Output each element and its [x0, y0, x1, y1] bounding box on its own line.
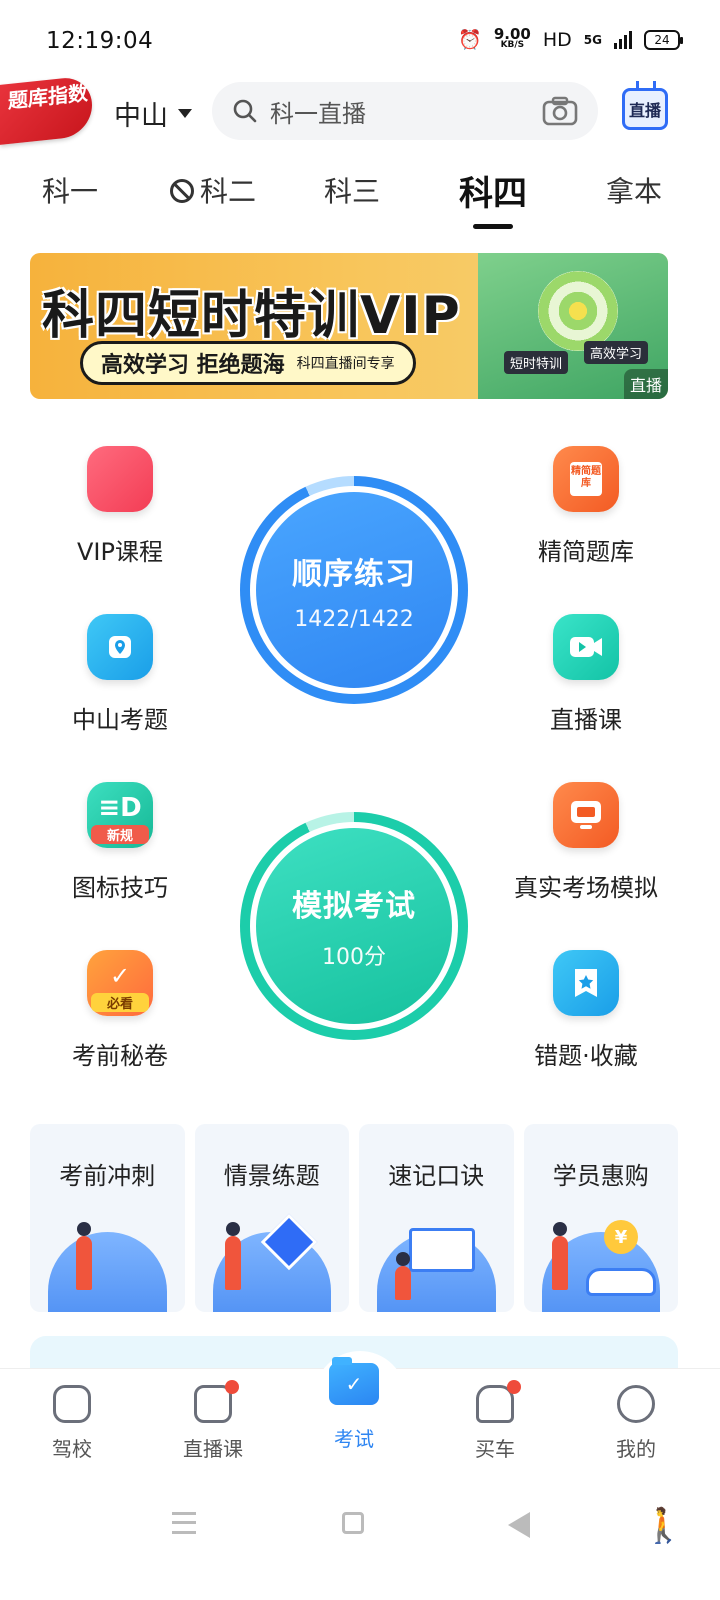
nav-mine[interactable]: 我的	[564, 1369, 708, 1462]
student-illustration	[395, 1252, 411, 1300]
banner-tag-efficient: 高效学习	[583, 341, 648, 364]
card-student-deals[interactable]: 学员惠购 ¥	[523, 1124, 678, 1312]
sequence-practice-button[interactable]: 顺序练习 1422/1422	[240, 476, 468, 704]
smile-icon	[617, 1385, 655, 1423]
target-icon	[538, 271, 618, 351]
tab-subject-2[interactable]: 科二	[170, 170, 256, 210]
card-scenario-practice[interactable]: 情景练题	[194, 1124, 349, 1312]
home-icon[interactable]	[342, 1512, 364, 1534]
question-bank-index-badge[interactable]: 题库指数	[0, 75, 92, 145]
exam-folder-icon: ✓	[329, 1357, 379, 1405]
tab-subject-4[interactable]: 科四	[459, 166, 527, 229]
caret-down-icon	[178, 109, 192, 118]
status-bar: 12:19:04 ⏰ 9.00 KB/S HD 5G 24	[0, 0, 720, 80]
menu-icon[interactable]	[172, 1512, 196, 1534]
hd-indicator: HD	[542, 28, 572, 51]
nav-buy-car[interactable]: 买车	[423, 1369, 567, 1462]
map-pin-icon	[87, 614, 153, 680]
banner-title: 科四短时特训VIP	[42, 286, 461, 346]
sign-tips[interactable]: ≡D 新规 图标技巧	[30, 782, 210, 903]
nav-exam[interactable]: ✓ 考试	[282, 1357, 426, 1452]
mock-exam-title: 模拟考试	[292, 889, 416, 924]
live-class[interactable]: 直播课	[496, 614, 676, 735]
signal-icon	[614, 30, 632, 49]
vip-course[interactable]: VIP课程	[30, 446, 210, 567]
status-time: 12:19:04	[46, 28, 154, 54]
refined-bank-icon: 精简题库	[553, 446, 619, 512]
net-speed: 9.00 KB/S	[493, 24, 531, 50]
promo-banner[interactable]: 科四短时特训VIP 高效学习 拒绝题海 科四直播间专享 短时特训 高效学习 直播	[30, 253, 668, 399]
tab-subject-3[interactable]: 科三	[324, 170, 380, 210]
notification-dot	[507, 1380, 521, 1394]
sequence-progress: 1422/1422	[294, 606, 414, 632]
card-mnemonics[interactable]: 速记口诀	[359, 1124, 514, 1312]
system-navigation: 🚶	[0, 1490, 720, 1560]
pre-exam-paper[interactable]: ✓ 必看 考前秘卷	[30, 950, 210, 1071]
search-placeholder: 科一直播	[270, 99, 366, 128]
sign-tips-icon: ≡D 新规	[87, 782, 153, 848]
live-tv-button[interactable]: 直播	[622, 88, 668, 130]
camera-icon[interactable]	[542, 96, 578, 126]
yuan-coin-icon: ¥	[604, 1220, 638, 1254]
zhongshan-questions[interactable]: 中山考题	[30, 614, 210, 735]
board-illustration	[409, 1228, 475, 1272]
mistakes-favorites[interactable]: 错题·收藏	[496, 950, 676, 1071]
status-icons: ⏰ 9.00 KB/S HD 5G 24	[458, 24, 683, 51]
monitor-icon	[553, 782, 619, 848]
tv-play-icon	[194, 1380, 239, 1423]
header: 题库指数 中山 科一直播 直播	[0, 75, 720, 146]
notification-dot	[225, 1380, 239, 1394]
network-type: 5G	[583, 32, 602, 47]
accessibility-icon[interactable]: 🚶	[642, 1506, 684, 1546]
bookmark-star-icon	[553, 950, 619, 1016]
nav-driving-school[interactable]: 驾校	[0, 1369, 144, 1462]
alarm-icon: ⏰	[458, 29, 482, 51]
active-tab-indicator	[473, 224, 513, 229]
card-pre-exam-sprint[interactable]: 考前冲刺	[30, 1124, 185, 1312]
real-exam-simulation[interactable]: 真实考场模拟	[496, 782, 676, 903]
car-illustration	[586, 1268, 656, 1296]
battery-icon: 24	[644, 29, 683, 50]
sequence-title: 顺序练习	[292, 556, 416, 592]
school-list-icon	[53, 1385, 91, 1423]
no-entry-icon	[170, 179, 194, 203]
tab-get-license[interactable]: 拿本	[606, 170, 662, 210]
back-icon[interactable]	[508, 1512, 530, 1538]
vip-course-icon	[87, 446, 153, 512]
subject-tabs: 科一 科二 科三 科四 拿本	[0, 170, 720, 230]
banner-slogan: 高效学习 拒绝题海 科四直播间专享	[80, 341, 416, 385]
refined-question-bank[interactable]: 精简题库 精简题库	[496, 446, 676, 567]
checklist-icon: ✓ 必看	[87, 950, 153, 1016]
person-illustration	[76, 1222, 92, 1290]
nav-live-class[interactable]: 直播课	[141, 1369, 285, 1462]
tab-subject-1[interactable]: 科一	[42, 170, 98, 210]
city-label: 中山	[114, 101, 168, 132]
rocket-illustration	[48, 1232, 167, 1312]
mock-exam-score: 100分	[322, 945, 386, 970]
search-icon	[233, 99, 257, 123]
banner-live-label: 直播	[623, 369, 668, 399]
bottom-navigation: 驾校 直播课 ✓ 考试 买车 我的	[0, 1351, 720, 1478]
runner-illustration	[224, 1222, 241, 1290]
quick-cards: 考前冲刺 情景练题 速记口诀 学员惠购 ¥	[30, 1124, 678, 1312]
mock-exam-button[interactable]: 模拟考试 100分	[240, 812, 468, 1040]
banner-tag-short: 短时特训	[503, 351, 568, 374]
city-selector[interactable]: 中山	[114, 94, 192, 133]
search-bar[interactable]: 科一直播	[212, 82, 598, 140]
car-icon	[476, 1380, 521, 1423]
video-camera-icon	[553, 614, 619, 680]
jumping-person-illustration	[551, 1222, 568, 1290]
